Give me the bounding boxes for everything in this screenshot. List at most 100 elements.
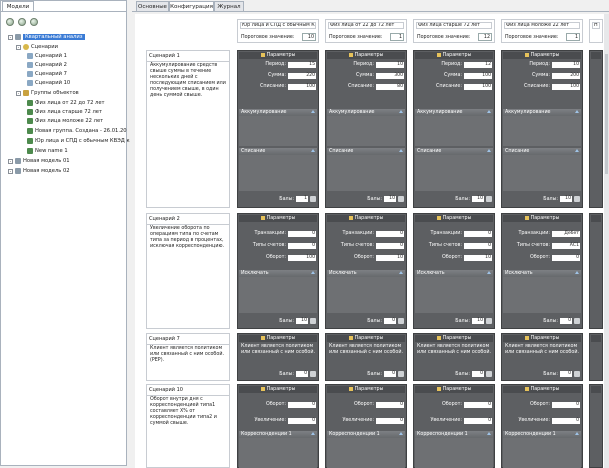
score-input[interactable]: 0 (384, 318, 396, 324)
tab-journal[interactable]: Журнал (214, 1, 244, 11)
tree-item[interactable]: - Новая модель 01 (8, 157, 70, 165)
score-spin-icon[interactable] (310, 196, 316, 202)
score-input[interactable]: 10 (472, 196, 484, 202)
param-value-input[interactable]: 200 (552, 73, 580, 79)
params-header[interactable]: Параметры (239, 52, 317, 59)
section-header[interactable]: Аккумулирование (503, 109, 581, 116)
collapse-icon[interactable] (399, 110, 403, 113)
section-header[interactable]: Исключать (503, 270, 581, 277)
param-value-input[interactable]: 0 (376, 231, 404, 237)
param-value-input[interactable]: 0 (464, 243, 492, 249)
score-input[interactable]: 10 (560, 196, 572, 202)
collapse-icon[interactable] (575, 432, 579, 435)
tree-item[interactable]: - Сценарии (16, 43, 58, 51)
score-spin-icon[interactable] (310, 371, 316, 377)
param-value-input[interactable]: 100 (464, 73, 492, 79)
param-value-input[interactable]: 12 (464, 62, 492, 68)
param-value-input[interactable]: AC1 (552, 243, 580, 249)
param-value-input[interactable]: 80 (376, 84, 404, 90)
params-header[interactable]: Параметры (503, 215, 581, 222)
section-header[interactable]: Списание (327, 148, 405, 155)
param-value-input[interactable]: 0 (376, 418, 404, 424)
collapse-icon[interactable] (487, 432, 491, 435)
tab-main[interactable]: Основные (136, 1, 169, 11)
params-header[interactable]: Параметры (239, 335, 317, 342)
params-header[interactable]: Параметры (327, 52, 405, 59)
param-value-input[interactable]: 100 (288, 255, 316, 261)
section-header[interactable]: Корреспонденции 1 (239, 431, 317, 438)
collapse-icon[interactable] (487, 271, 491, 274)
collapse-icon[interactable] (575, 110, 579, 113)
tree-item[interactable]: - Группы объектов (16, 89, 79, 97)
group-name-field[interactable]: Н (592, 22, 600, 29)
params-header[interactable]: Параметры (327, 386, 405, 393)
score-input[interactable]: 10 (384, 196, 396, 202)
param-value-input[interactable]: 10 (376, 255, 404, 261)
tree-item[interactable]: - Новая модель 02 (8, 167, 70, 175)
collapse-icon[interactable] (311, 110, 315, 113)
section-header[interactable]: Исключать (415, 270, 493, 277)
param-value-input[interactable]: 100 (552, 84, 580, 90)
threshold-input[interactable]: 1 (566, 33, 580, 41)
param-value-input[interactable]: 0 (376, 243, 404, 249)
group-name-field[interactable]: Физ лица старше 72 лет (416, 22, 492, 29)
params-header[interactable] (591, 335, 601, 342)
score-spin-icon[interactable] (398, 371, 404, 377)
param-value-input[interactable]: 0 (288, 418, 316, 424)
score-spin-icon[interactable] (310, 318, 316, 324)
threshold-input[interactable]: 1 (390, 33, 404, 41)
param-value-input[interactable]: 0 (376, 402, 404, 408)
param-value-input[interactable]: 0 (288, 231, 316, 237)
param-value-input[interactable]: 0 (288, 402, 316, 408)
score-input[interactable]: 10 (472, 318, 484, 324)
score-input[interactable]: 0 (560, 371, 572, 377)
score-spin-icon[interactable] (574, 196, 580, 202)
section-header[interactable]: Списание (239, 148, 317, 155)
collapse-icon[interactable] (575, 271, 579, 274)
score-spin-icon[interactable] (486, 371, 492, 377)
collapse-icon[interactable] (399, 149, 403, 152)
vertical-scrollbar[interactable] (604, 14, 609, 468)
tree-item[interactable]: Физ лица моложе 22 лет (27, 117, 103, 125)
expand-toggle-icon[interactable]: - (8, 168, 13, 174)
collapse-icon[interactable] (487, 110, 491, 113)
collapse-icon[interactable] (311, 432, 315, 435)
tree-item[interactable]: Физ лица старше 72 лет (27, 108, 102, 116)
score-input[interactable]: 0 (296, 371, 308, 377)
tree-item[interactable]: New name 1 (27, 147, 68, 155)
params-header[interactable]: Параметры (415, 335, 493, 342)
params-header[interactable]: Параметры (239, 386, 317, 393)
params-header[interactable] (591, 386, 601, 393)
param-value-input[interactable]: 220 (288, 73, 316, 79)
expand-toggle-icon[interactable]: - (8, 34, 13, 40)
group-name-field[interactable]: Физ лица от 22 до 72 лет (328, 22, 404, 29)
expand-toggle-icon[interactable]: - (8, 158, 13, 164)
score-spin-icon[interactable] (486, 196, 492, 202)
param-value-input[interactable]: 10 (464, 255, 492, 261)
params-header[interactable]: Параметры (415, 386, 493, 393)
score-spin-icon[interactable] (486, 318, 492, 324)
group-name-field[interactable]: Физ лица моложе 22 лет (504, 22, 580, 29)
tree-item[interactable]: Новая группа. Создана - 26.01.20 (27, 127, 127, 135)
param-value-input[interactable]: 0 (552, 418, 580, 424)
threshold-input[interactable]: 10 (302, 33, 316, 41)
param-value-input[interactable]: 0 (288, 243, 316, 249)
section-header[interactable]: Списание (415, 148, 493, 155)
params-header[interactable]: Параметры (415, 215, 493, 222)
param-value-input[interactable]: 100 (464, 84, 492, 90)
tree-item[interactable]: Сценарий 1 (27, 52, 67, 60)
tree-item[interactable]: Сценарий 10 (27, 79, 70, 87)
param-value-input[interactable]: 0 (464, 418, 492, 424)
param-value-input[interactable]: 0 (464, 231, 492, 237)
score-input[interactable]: 0 (472, 371, 484, 377)
section-header[interactable]: Исключать (327, 270, 405, 277)
score-input[interactable]: 0 (560, 318, 572, 324)
param-value-input[interactable]: 10 (376, 62, 404, 68)
params-header[interactable]: Параметры (327, 335, 405, 342)
scroll-thumb[interactable] (605, 54, 608, 174)
param-value-input[interactable]: 0 (464, 402, 492, 408)
collapse-icon[interactable] (311, 149, 315, 152)
collapse-icon[interactable] (575, 149, 579, 152)
add-model-icon[interactable] (6, 18, 14, 26)
params-header[interactable]: Параметры (415, 52, 493, 59)
